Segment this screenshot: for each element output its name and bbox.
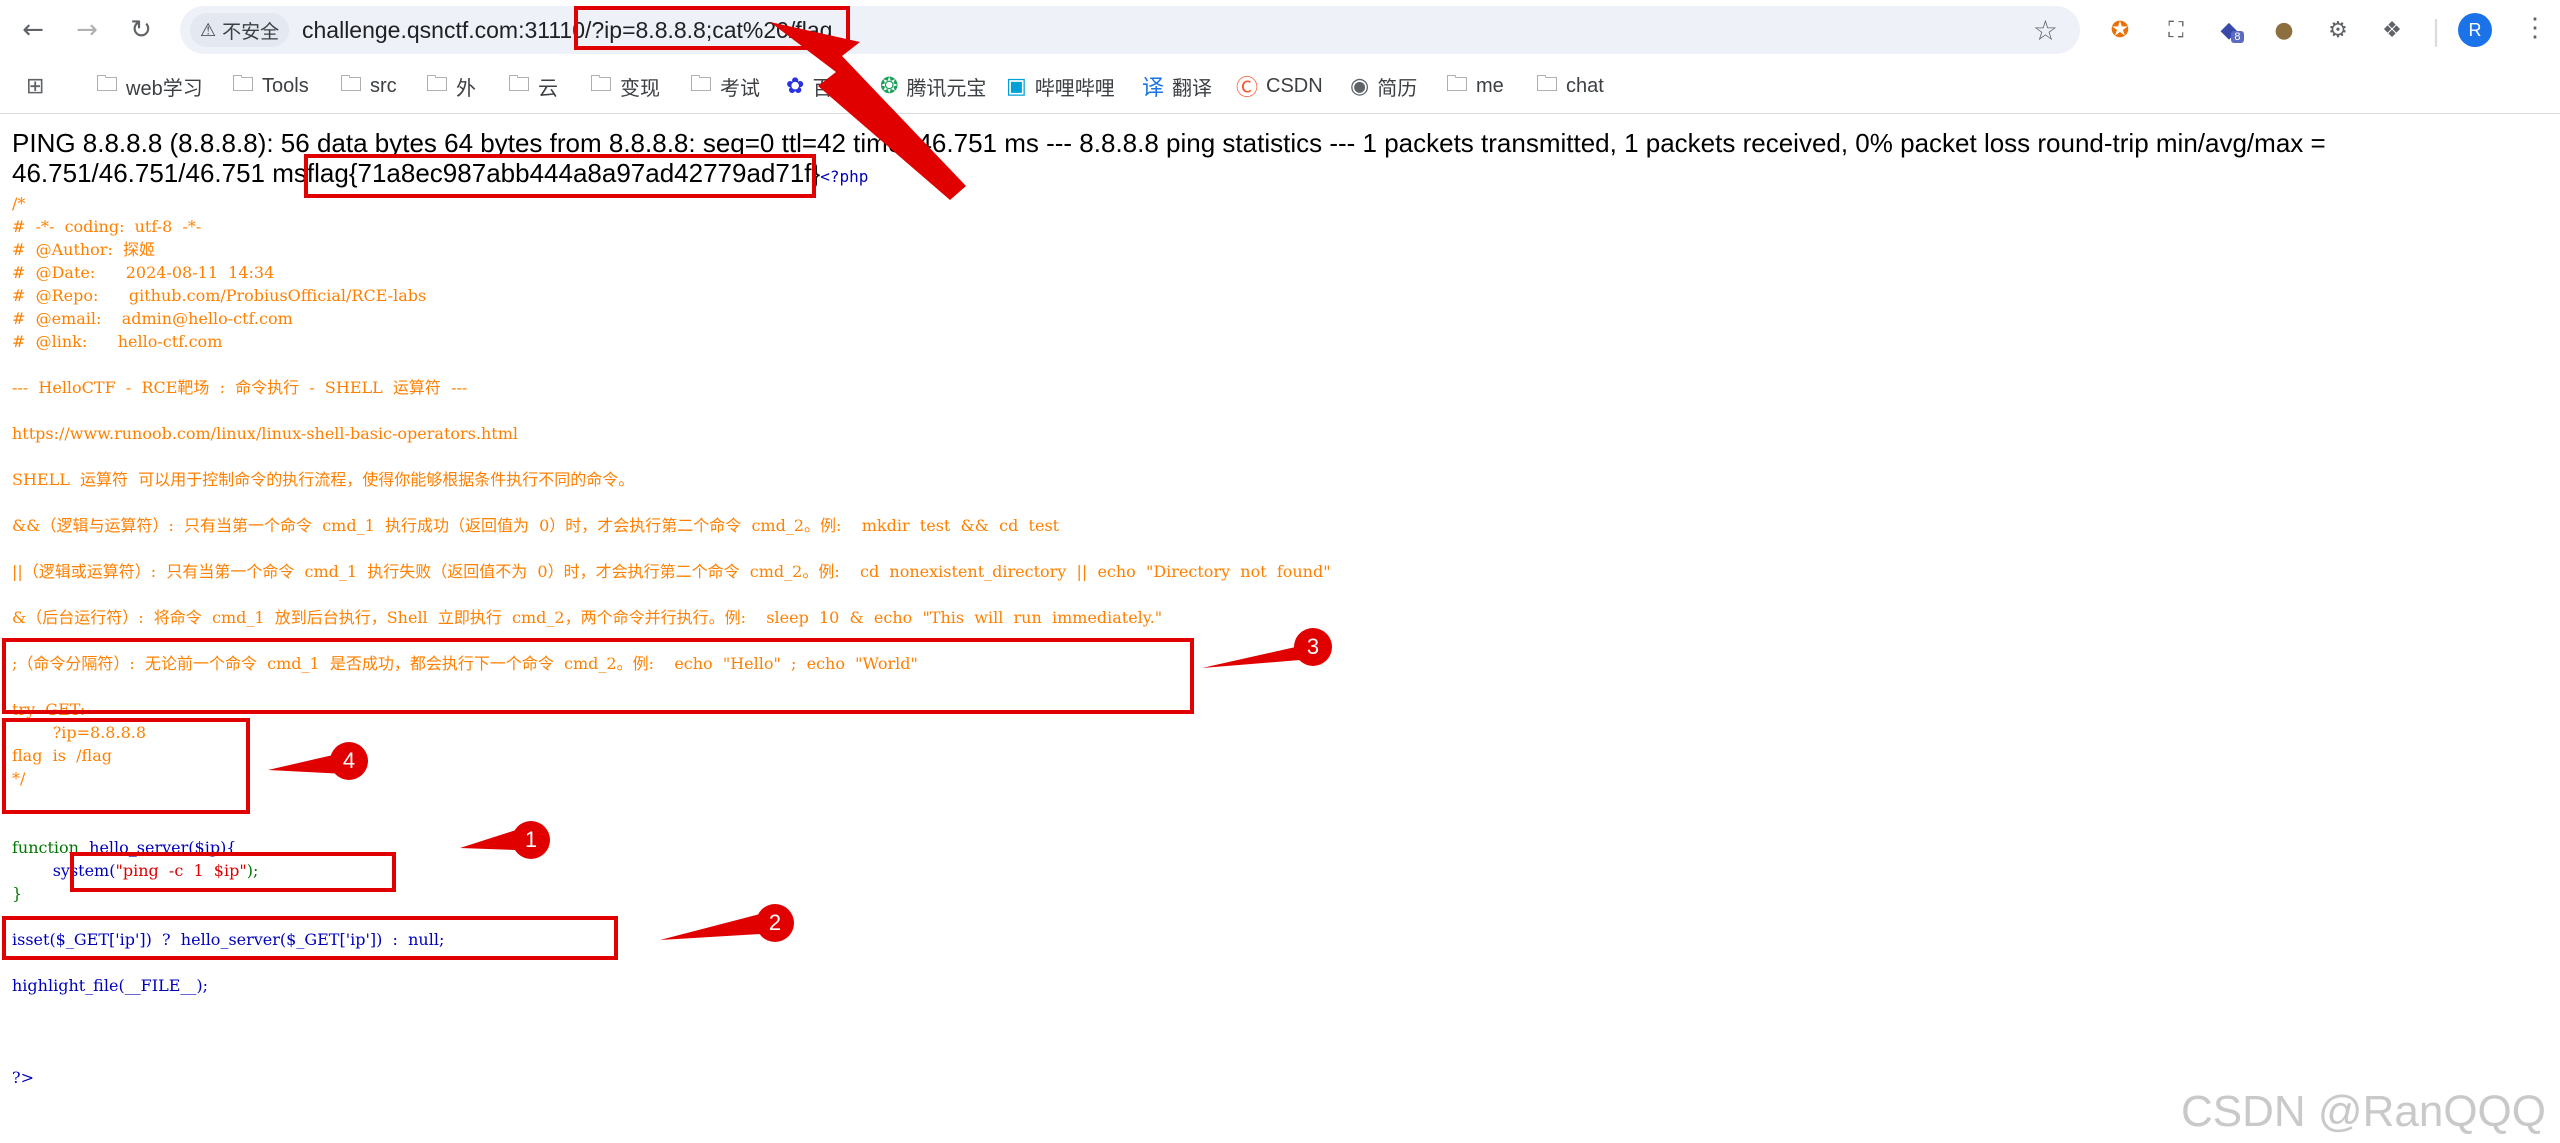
annotation-badge-3: 3 <box>1294 628 1332 666</box>
bookmark-star-icon[interactable]: ☆ <box>2033 14 2058 47</box>
annotation-badge-1: 1 <box>512 821 550 859</box>
bookmark-baidu[interactable]: ✿ 百度 <box>786 66 852 106</box>
bookmark-bilibili[interactable]: ▣ 哔哩哔哩 <box>1006 66 1115 106</box>
folder-icon: 🗀 <box>1446 72 1469 97</box>
comment-line: # @Repo: github.com/ProbiusOfficial/RCE-… <box>12 286 427 305</box>
highlight-line: highlight_file(__FILE__); <box>12 976 209 995</box>
bookmark-folder[interactable]: 🗀 chat <box>1536 66 1604 106</box>
annotation-box-url <box>574 6 850 50</box>
annotation-box-4 <box>2 718 250 814</box>
warning-icon: ⚠ <box>200 19 217 41</box>
comment-line: ?ip=8.8.8.8 <box>12 723 147 742</box>
php-open-tag: <?php <box>820 167 869 186</box>
bookmark-folder[interactable]: 🗀 Tools <box>232 66 309 106</box>
bookmark-translate[interactable]: 译翻译 <box>1142 66 1212 106</box>
comment-line: ||（逻辑或运算符）: 只有当第一个命令 cmd_1 执行失败（返回值不为 0）… <box>12 562 1331 581</box>
extension-badge-count: 8 <box>2231 31 2244 43</box>
comment-line: # @link: hello-ctf.com <box>12 332 223 351</box>
bookmark-folder[interactable]: 🗀 云 <box>508 66 558 106</box>
folder-icon: 🗀 <box>426 72 449 97</box>
comment-line <box>12 399 2542 422</box>
comment-line: SHELL 运算符 可以用于控制命令的执行流程，使得你能够根据条件执行不同的命令… <box>12 470 635 489</box>
menu-kebab-icon[interactable]: ⋮ <box>2522 12 2548 43</box>
extension-icon-badge[interactable]: ◆ 8 <box>2214 12 2250 48</box>
bookmark-yuanbao[interactable]: ❂ 腾讯元宝 <box>880 66 986 106</box>
comment-line <box>12 491 2542 514</box>
translate-icon: 译 <box>1142 76 1165 101</box>
security-chip[interactable]: ⚠ 不安全 <box>190 13 290 47</box>
comment-line: flag is /flag <box>12 746 112 765</box>
bookmark-folder[interactable]: 🗀 src <box>340 66 397 106</box>
folder-icon: 🗀 <box>232 72 255 97</box>
comment-line: # -*- coding: utf-8 -*- <box>12 217 202 236</box>
apps-grid-icon[interactable]: ⊞ <box>26 66 44 106</box>
puzzle-extensions-icon[interactable]: ❖ <box>2374 12 2410 48</box>
toolbar-divider: | <box>2431 13 2441 47</box>
bookmark-folder[interactable]: 🗀 web学习 <box>96 66 203 106</box>
address-bar[interactable]: ⚠ 不安全 challenge.qsnctf.com:31110/?ip=8.8… <box>180 6 2080 54</box>
folder-icon: 🗀 <box>1536 72 1559 97</box>
extension-icon-1[interactable]: ✪ <box>2102 12 2138 48</box>
folder-icon: 🗀 <box>590 72 613 97</box>
baidu-icon: ✿ <box>786 73 805 99</box>
annotation-box-flag <box>304 154 816 198</box>
bookmarks-bar: ⊞ 🗀 web学习 🗀 Tools 🗀 src 🗀 外 🗀 云 🗀 变现 🗀 考试 ✿ 百度 ❂… <box>0 66 2560 106</box>
profile-avatar[interactable]: R <box>2458 13 2492 47</box>
cookie-extension-icon[interactable]: ● <box>2266 12 2302 48</box>
comment-line <box>12 537 2542 560</box>
comment-line: */ <box>12 769 26 788</box>
comment-line <box>12 353 2542 376</box>
comment-line: --- HelloCTF - RCE靶场 : 命令执行 - SHELL 运算符 … <box>12 378 468 397</box>
csdn-watermark: CSDN @RanQQQ <box>2181 1087 2546 1136</box>
security-label: 不安全 <box>222 21 280 43</box>
back-button[interactable]: ← <box>16 13 50 47</box>
annotation-box-2 <box>2 916 618 960</box>
browser-chrome: ← → ↻ ⚠ 不安全 challenge.qsnctf.com:31110/?… <box>0 0 2560 114</box>
comment-line: &（后台运行符）: 将命令 cmd_1 放到后台执行，Shell 立即执行 cm… <box>12 608 1163 627</box>
screenshot-extension-icon[interactable]: ⛶ <box>2158 12 2194 48</box>
csdn-icon: Ⓒ <box>1236 76 1259 101</box>
folder-icon: 🗀 <box>508 72 531 97</box>
folder-icon: 🗀 <box>690 72 713 97</box>
forward-button[interactable]: → <box>70 13 104 47</box>
yuanbao-icon: ❂ <box>880 73 899 99</box>
globe-icon: ◉ <box>1350 73 1370 99</box>
comment-line: https://www.runoob.com/linux/linux-shell… <box>12 424 518 443</box>
comment-line <box>12 445 2542 468</box>
comment-line: # @email: admin@hello-ctf.com <box>12 309 293 328</box>
annotation-badge-4: 4 <box>330 742 368 780</box>
url-host: challenge.qsnctf.com:31110 <box>302 17 585 43</box>
comment-line: &&（逻辑与运算符）: 只有当第一个命令 cmd_1 执行成功（返回值为 0）时… <box>12 516 1060 535</box>
bookmark-folder[interactable]: 🗀 外 <box>426 66 476 106</box>
comment-line: # @Author: 探姬 <box>12 240 156 259</box>
bookmark-folder[interactable]: 🗀 me <box>1446 66 1504 106</box>
folder-icon: 🗀 <box>96 72 119 97</box>
bilibili-icon: ▣ <box>1006 73 1027 99</box>
reload-button[interactable]: ↻ <box>124 13 158 47</box>
annotation-box-3 <box>2 638 1194 714</box>
php-close-tag: ?> <box>12 1068 34 1087</box>
comment-line: # @Date: 2024-08-11 14:34 <box>12 263 275 282</box>
bookmark-folder[interactable]: 🗀 变现 <box>590 66 660 106</box>
bookmark-folder[interactable]: 🗀 考试 <box>690 66 760 106</box>
bookmark-csdn[interactable]: Ⓒ CSDN <box>1236 66 1323 106</box>
gear-extension-icon[interactable]: ⚙ <box>2320 12 2356 48</box>
annotation-badge-2: 2 <box>756 904 794 942</box>
comment-line <box>12 583 2542 606</box>
bookmark-resume[interactable]: ◉ 简历 <box>1350 66 1417 106</box>
annotation-box-1 <box>70 852 396 892</box>
folder-icon: 🗀 <box>340 72 363 97</box>
